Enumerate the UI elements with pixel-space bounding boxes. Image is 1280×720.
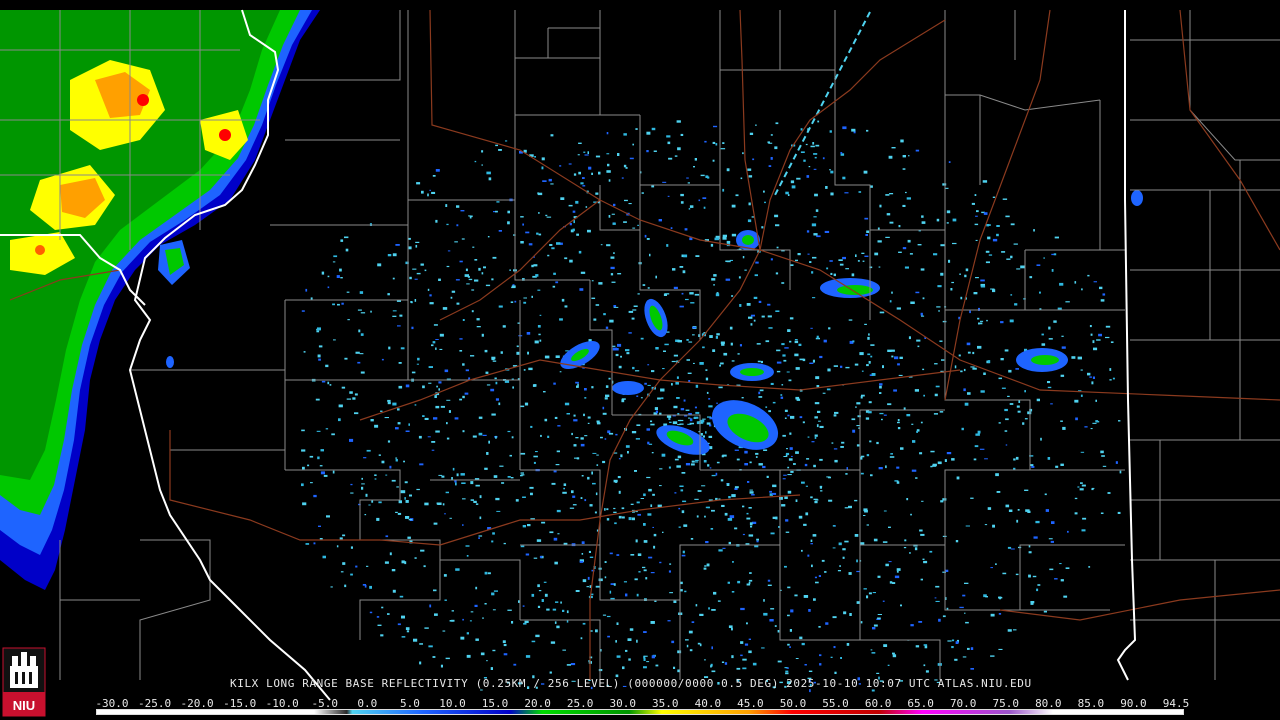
reflectivity-colorbar [96,709,1184,715]
radar-spike [774,11,871,196]
reflectivity-scale-labels: -30.0 -25.0 -20.0 -15.0 -10.0 -5.0 0.0 5.0 10.0 1… [0,697,1280,710]
radar-caption: KILX LONG RANGE BASE REFLECTIVITY (0.25K… [230,677,1032,690]
western-storm-echo [0,10,320,590]
central-echo-clusters [166,190,1143,455]
radar-map: NIU [0,9,1280,717]
clear-air-echoes [301,120,1122,693]
